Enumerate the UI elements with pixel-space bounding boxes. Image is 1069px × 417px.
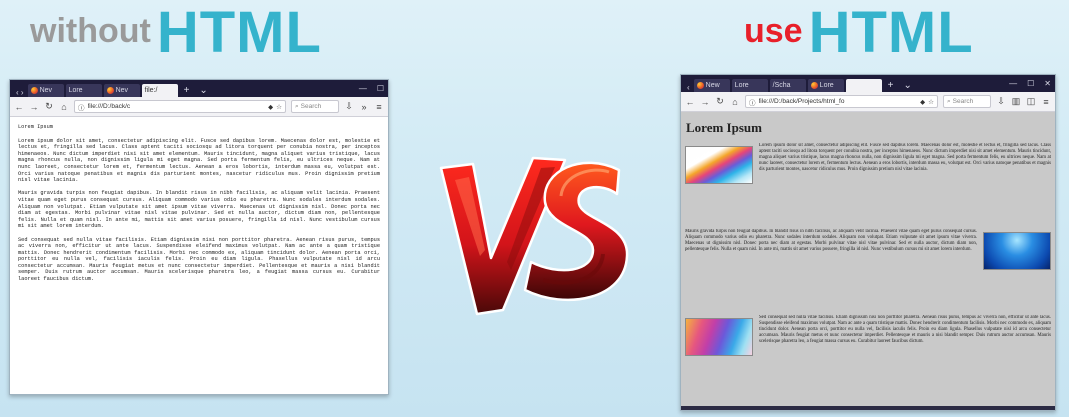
minimize-icon[interactable]: — xyxy=(1005,75,1021,92)
body-paragraph: Lorem ipsum dolor sit amet, consectetur … xyxy=(759,143,1051,172)
pocket-icon[interactable]: ◆ xyxy=(268,103,273,111)
rainbow-swirl-image xyxy=(685,146,753,184)
browser-tab[interactable]: Lore xyxy=(731,79,768,92)
tab-list-chevron-icon[interactable]: ⌄ xyxy=(900,79,916,92)
browser-tab[interactable]: New xyxy=(693,79,730,92)
tab-label: Lore xyxy=(734,82,749,89)
home-icon[interactable]: ⌂ xyxy=(59,102,69,112)
url-text: file:///D:/back/Projects/html_fo xyxy=(758,98,845,105)
search-input[interactable]: ⌕ Search xyxy=(943,95,991,108)
body-paragraph: Mauris gravida turpis non feugiat dapibu… xyxy=(18,190,380,230)
navigation-toolbar: ← → ↻ ⌂ ⓘ file:///D:/back/c ◆ ☆ ⌕ Search… xyxy=(10,97,388,117)
maximize-icon[interactable]: ☐ xyxy=(373,80,388,97)
body-paragraph: Sed consequat sed nulla vitae facilisis.… xyxy=(759,315,1051,344)
tab-bar: ‹ › Nev Lore Nev file:/ + ⌄ — ☐ xyxy=(10,80,388,97)
forward-arrow-icon[interactable]: → xyxy=(29,102,39,112)
heading-use-html: use HTML xyxy=(744,0,974,64)
browser-tab[interactable]: /Scha xyxy=(769,79,806,92)
hamburger-menu-icon[interactable]: ≡ xyxy=(374,102,384,112)
page-title: Lorem Ipsum xyxy=(18,124,53,130)
browser-tab-active[interactable] xyxy=(845,79,882,92)
page-title: Lorem Ipsum xyxy=(686,120,762,135)
forward-arrow-icon[interactable]: → xyxy=(700,97,710,107)
library-icon[interactable]: ▥ xyxy=(1011,96,1021,107)
search-input[interactable]: ⌕ Search xyxy=(291,100,339,113)
maximize-icon[interactable]: ☐ xyxy=(1023,75,1038,92)
browser-tab-active[interactable]: file:/ xyxy=(141,84,178,97)
reload-icon[interactable]: ↻ xyxy=(715,96,725,107)
firefox-icon xyxy=(106,87,114,94)
bookmark-star-icon[interactable]: ☆ xyxy=(928,98,934,106)
heading-html-word-right: HTML xyxy=(808,0,974,65)
navigation-toolbar: ← → ↻ ⌂ ⓘ file:///D:/back/Projects/html_… xyxy=(681,92,1055,112)
browser-tab[interactable]: Nev xyxy=(27,84,64,97)
pocket-icon[interactable]: ◆ xyxy=(920,98,925,106)
tab-label: Lore xyxy=(68,87,83,94)
heading-without-word: without xyxy=(30,12,151,50)
content-block: Mauris gravida turpis non feugiat dapibu… xyxy=(685,229,1051,315)
heading-use-word: use xyxy=(744,12,803,50)
content-block: Sed consequat sed nulla vitae facilisis.… xyxy=(685,315,1051,395)
tab-label: file:/ xyxy=(144,87,158,94)
bookmark-star-icon[interactable]: ☆ xyxy=(276,103,282,111)
vs-graphic xyxy=(439,156,629,316)
close-icon[interactable]: ✕ xyxy=(1040,75,1055,92)
styled-html-page: Lorem Ipsum Lorem ipsum dolor sit amet, … xyxy=(681,112,1055,408)
window-bottom-edge xyxy=(681,406,1055,410)
page-info-icon[interactable]: ⓘ xyxy=(78,102,85,112)
hamburger-menu-icon[interactable]: ≡ xyxy=(1041,97,1051,107)
address-bar[interactable]: ⓘ file:///D:/back/Projects/html_fo ◆ ☆ xyxy=(745,95,938,108)
content-block: Lorem ipsum dolor sit amet, consectetur … xyxy=(685,143,1051,229)
new-tab-plus-icon[interactable]: + xyxy=(180,84,194,97)
home-icon[interactable]: ⌂ xyxy=(730,97,740,107)
body-paragraph: Sed consequat sed nulla vitae facilisis.… xyxy=(18,236,380,283)
firefox-icon xyxy=(696,82,704,89)
tab-scroll-icon[interactable]: ‹ › xyxy=(14,88,26,97)
url-text: file:///D:/back/c xyxy=(87,103,131,110)
plain-text-page: Lorem Ipsum Lorem ipsum dolor sit amet, … xyxy=(10,117,388,296)
tab-scroll-icon[interactable]: ‹ xyxy=(685,83,692,92)
overflow-chevron-icon[interactable]: » xyxy=(359,102,369,112)
search-placeholder: Search xyxy=(300,103,322,110)
blue-light-image xyxy=(983,232,1051,270)
downloads-icon[interactable]: ⇩ xyxy=(344,101,354,112)
body-paragraph: Mauris gravida turpis non feugiat dapibu… xyxy=(685,229,977,252)
heading-without-html: without HTML xyxy=(30,0,322,64)
search-icon: ⌕ xyxy=(947,97,951,105)
tab-list-chevron-icon[interactable]: ⌄ xyxy=(195,84,211,97)
search-icon: ⌕ xyxy=(295,102,299,110)
address-bar[interactable]: ⓘ file:///D:/back/c ◆ ☆ xyxy=(74,100,286,113)
firefox-icon xyxy=(30,87,38,94)
browser-tab[interactable]: Nev xyxy=(103,84,140,97)
heading-html-word-left: HTML xyxy=(156,0,322,65)
tab-label: Nev xyxy=(115,87,129,94)
browser-window-plain: ‹ › Nev Lore Nev file:/ + ⌄ — ☐ ← → ↻ ⌂ … xyxy=(9,79,389,395)
browser-tab[interactable]: Lore xyxy=(807,79,844,92)
downloads-icon[interactable]: ⇩ xyxy=(996,96,1006,107)
tab-label: New xyxy=(705,82,720,89)
new-tab-plus-icon[interactable]: + xyxy=(884,79,898,92)
tab-label: Lore xyxy=(819,82,834,89)
browser-tab[interactable]: Lore xyxy=(65,84,102,97)
reload-icon[interactable]: ↻ xyxy=(44,101,54,112)
tab-bar: ‹ New Lore /Scha Lore + ⌄ — ☐ ✕ xyxy=(681,75,1055,92)
tab-label: /Scha xyxy=(772,82,791,89)
back-arrow-icon[interactable]: ← xyxy=(685,97,695,107)
paint-splash-image xyxy=(685,318,753,356)
firefox-icon xyxy=(810,82,818,89)
search-placeholder: Search xyxy=(952,98,974,105)
page-info-icon[interactable]: ⓘ xyxy=(749,97,756,107)
back-arrow-icon[interactable]: ← xyxy=(14,102,24,112)
tab-label: Nev xyxy=(39,87,53,94)
body-paragraph: Lorem ipsum dolor sit amet, consectetur … xyxy=(18,137,380,184)
browser-window-html: ‹ New Lore /Scha Lore + ⌄ — ☐ ✕ ← → ↻ ⌂ … xyxy=(680,74,1056,411)
minimize-icon[interactable]: — xyxy=(355,80,371,97)
sidebar-icon[interactable]: ◫ xyxy=(1026,96,1036,107)
